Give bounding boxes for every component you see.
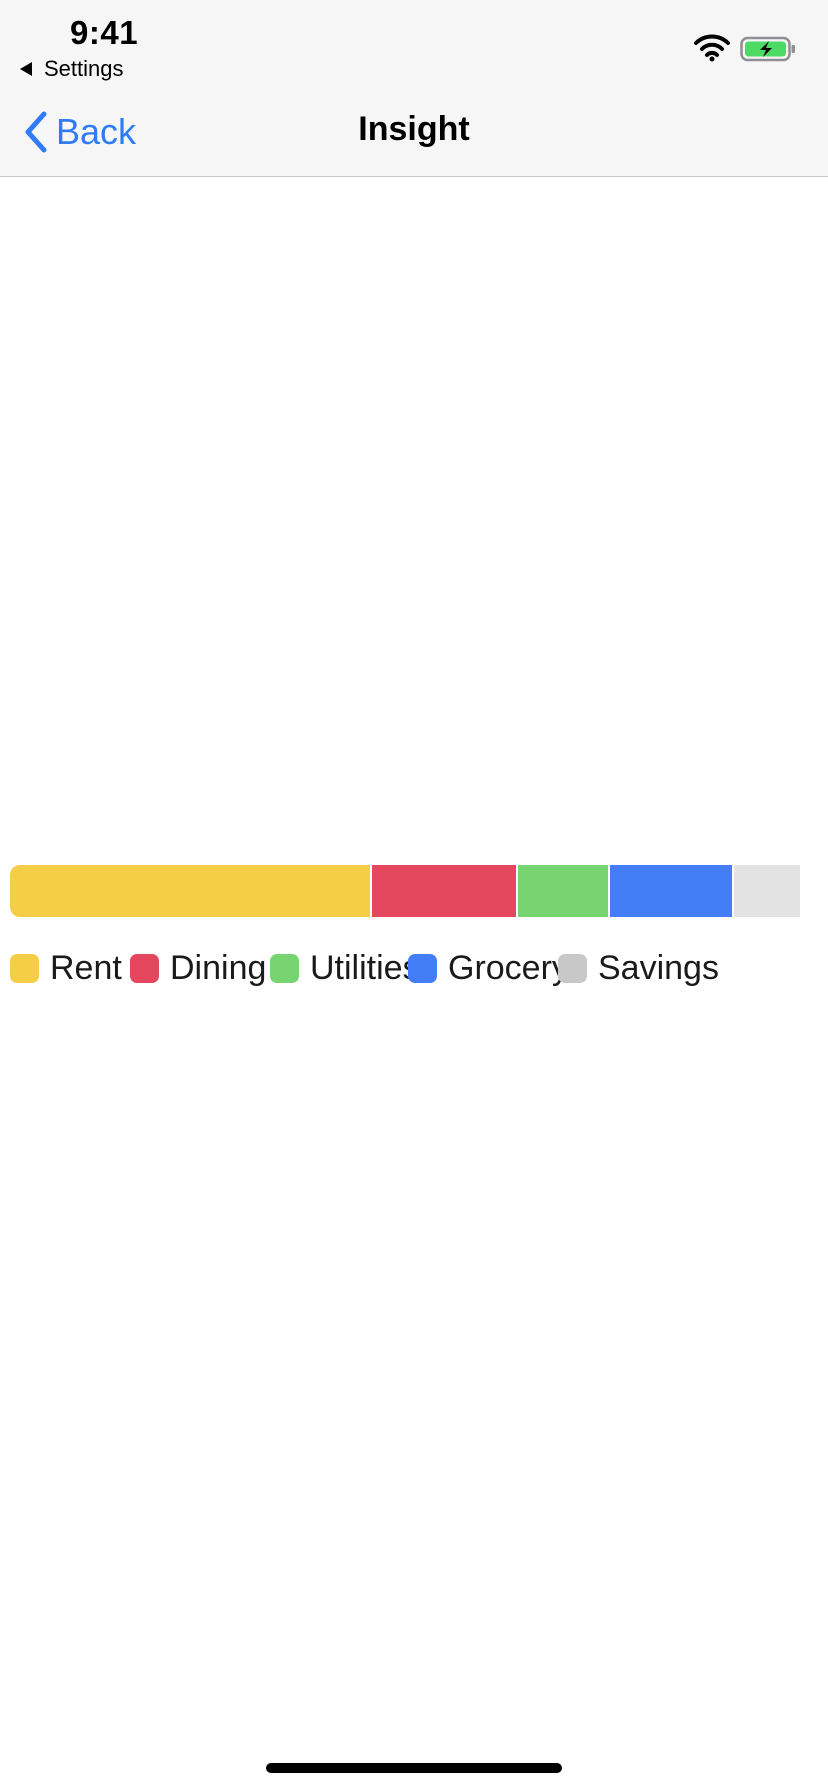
- bar-segment-grocery: [610, 865, 734, 917]
- status-time: 9:41: [70, 14, 139, 51]
- chart-legend: Rent Dining Utilities Grocery Savings: [10, 940, 810, 996]
- legend-label: Utilities: [310, 948, 420, 987]
- legend-item-rent: Rent: [10, 940, 122, 996]
- legend-swatch: [130, 953, 159, 983]
- bar-segment-utilities: [518, 865, 611, 917]
- bar-segment-dining: [371, 865, 519, 917]
- battery-charging-icon: [740, 36, 795, 62]
- back-triangle-icon: [20, 62, 32, 76]
- legend-swatch: [408, 953, 437, 983]
- legend-label: Rent: [50, 948, 122, 987]
- page-title: Insight: [358, 110, 470, 148]
- legend-item-savings: Savings: [558, 940, 719, 996]
- status-back-label: Settings: [44, 56, 124, 81]
- spending-stacked-bar: [10, 865, 800, 917]
- legend-item-grocery: Grocery: [408, 940, 569, 996]
- legend-swatch: [10, 953, 39, 983]
- home-indicator[interactable]: [266, 1763, 562, 1773]
- header: 9:41 Settings Back Insight: [0, 0, 828, 177]
- legend-item-utilities: Utilities: [270, 940, 420, 996]
- bar-segment-rent: [10, 865, 372, 917]
- status-back-to-app[interactable]: Settings: [20, 56, 124, 82]
- legend-label: Dining: [170, 948, 267, 987]
- legend-swatch: [270, 953, 299, 983]
- legend-label: Savings: [598, 948, 719, 987]
- wifi-icon: [694, 34, 730, 62]
- legend-label: Grocery: [448, 948, 569, 987]
- legend-swatch: [558, 953, 587, 983]
- bar-segment-savings: [733, 865, 800, 917]
- legend-item-dining: Dining: [130, 940, 266, 996]
